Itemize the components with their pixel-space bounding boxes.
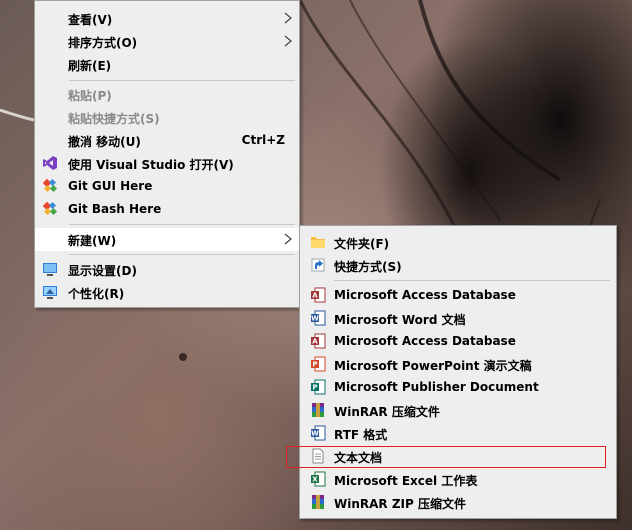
- new-submenu: 文件夹(F) 快捷方式(S) A Microsoft Access Databa…: [299, 225, 617, 519]
- submenu-item-label: 文本文档: [334, 451, 383, 465]
- submenu-item-text-document[interactable]: 文本文档: [300, 445, 616, 468]
- menu-item-label: 粘贴(P): [68, 89, 112, 103]
- submenu-item-winrar-zip[interactable]: WinRAR ZIP 压缩文件: [300, 491, 616, 514]
- display-settings-icon: [43, 263, 57, 276]
- menu-separator: [69, 254, 295, 255]
- access-icon: A: [311, 287, 326, 303]
- submenu-item-folder[interactable]: 文件夹(F): [300, 231, 616, 254]
- desktop-context-menu: 查看(V) 排序方式(O) 刷新(E) 粘贴(P) 粘贴快捷方式(S) 撤消 移…: [34, 0, 300, 308]
- git-icon: [42, 178, 58, 193]
- menu-item-personalize[interactable]: 个性化(R): [35, 281, 299, 304]
- svg-text:P: P: [312, 384, 317, 392]
- menu-separator: [334, 280, 610, 281]
- submenu-item-shortcut[interactable]: 快捷方式(S): [300, 254, 616, 277]
- text-document-icon: [312, 448, 324, 464]
- word-icon: W: [311, 310, 326, 326]
- winrar-zip-icon: [312, 495, 324, 509]
- chevron-right-icon: [284, 233, 292, 245]
- submenu-item-access-database-2[interactable]: A Microsoft Access Database: [300, 330, 616, 353]
- excel-icon: X: [311, 471, 326, 487]
- visual-studio-icon: [43, 156, 57, 170]
- powerpoint-icon: P: [311, 356, 326, 372]
- svg-text:W: W: [311, 315, 319, 323]
- submenu-item-label: RTF 格式: [334, 428, 388, 442]
- personalize-icon: [43, 286, 57, 299]
- menu-item-label: 显示设置(D): [68, 264, 137, 278]
- rtf-icon: W: [311, 425, 326, 441]
- chevron-right-icon: [284, 12, 292, 24]
- menu-item-paste-shortcut[interactable]: 粘贴快捷方式(S): [35, 106, 299, 129]
- submenu-item-excel-worksheet[interactable]: X Microsoft Excel 工作表: [300, 468, 616, 491]
- svg-text:A: A: [312, 338, 318, 346]
- submenu-item-rtf[interactable]: W RTF 格式: [300, 422, 616, 445]
- shortcut-icon: [311, 258, 325, 272]
- menu-item-label: Git GUI Here: [68, 179, 153, 193]
- menu-separator: [69, 80, 295, 81]
- git-icon: [42, 201, 58, 216]
- menu-item-git-bash-here[interactable]: Git Bash Here: [35, 198, 299, 221]
- submenu-item-word-document[interactable]: W Microsoft Word 文档: [300, 307, 616, 330]
- submenu-item-label: Microsoft Word 文档: [334, 313, 466, 327]
- menu-item-display-settings[interactable]: 显示设置(D): [35, 258, 299, 281]
- submenu-item-label: Microsoft Publisher Document: [334, 380, 539, 394]
- svg-text:X: X: [312, 476, 318, 484]
- menu-item-label: 查看(V): [68, 13, 113, 27]
- submenu-item-label: Microsoft Excel 工作表: [334, 474, 478, 488]
- menu-item-view[interactable]: 查看(V): [35, 7, 299, 30]
- submenu-item-label: 文件夹(F): [334, 237, 390, 251]
- svg-text:A: A: [312, 292, 318, 300]
- submenu-item-publisher[interactable]: P Microsoft Publisher Document: [300, 376, 616, 399]
- submenu-item-label: WinRAR ZIP 压缩文件: [334, 497, 466, 511]
- menu-item-sort-by[interactable]: 排序方式(O): [35, 30, 299, 53]
- menu-item-shortcut: Ctrl+Z: [241, 133, 285, 147]
- chevron-right-icon: [284, 35, 292, 47]
- menu-item-label: 粘贴快捷方式(S): [68, 112, 160, 126]
- menu-separator: [69, 224, 295, 225]
- menu-item-paste[interactable]: 粘贴(P): [35, 83, 299, 106]
- menu-item-label: 个性化(R): [68, 287, 125, 301]
- menu-item-open-with-visual-studio[interactable]: 使用 Visual Studio 打开(V): [35, 152, 299, 175]
- submenu-item-winrar-archive[interactable]: WinRAR 压缩文件: [300, 399, 616, 422]
- folder-icon: [311, 237, 325, 248]
- submenu-item-label: Microsoft Access Database: [334, 334, 516, 348]
- svg-text:P: P: [312, 361, 317, 369]
- menu-item-label: 刷新(E): [68, 59, 112, 73]
- menu-item-label: 新建(W): [68, 234, 117, 248]
- submenu-item-label: Microsoft PowerPoint 演示文稿: [334, 359, 532, 373]
- menu-item-label: 使用 Visual Studio 打开(V): [68, 158, 234, 172]
- menu-item-label: 撤消 移动(U): [68, 135, 141, 149]
- submenu-item-label: Microsoft Access Database: [334, 288, 516, 302]
- publisher-icon: P: [311, 379, 326, 395]
- menu-item-label: Git Bash Here: [68, 202, 162, 216]
- submenu-item-label: 快捷方式(S): [334, 260, 402, 274]
- submenu-item-powerpoint[interactable]: P Microsoft PowerPoint 演示文稿: [300, 353, 616, 376]
- submenu-item-access-database-1[interactable]: A Microsoft Access Database: [300, 284, 616, 307]
- submenu-item-label: WinRAR 压缩文件: [334, 405, 440, 419]
- access-icon: A: [311, 333, 326, 349]
- menu-item-git-gui-here[interactable]: Git GUI Here: [35, 175, 299, 198]
- menu-item-undo-move[interactable]: 撤消 移动(U) Ctrl+Z: [35, 129, 299, 152]
- svg-text:W: W: [311, 430, 319, 438]
- winrar-icon: [312, 403, 324, 417]
- menu-item-label: 排序方式(O): [68, 36, 138, 50]
- menu-item-new[interactable]: 新建(W): [35, 228, 299, 251]
- menu-item-refresh[interactable]: 刷新(E): [35, 53, 299, 76]
